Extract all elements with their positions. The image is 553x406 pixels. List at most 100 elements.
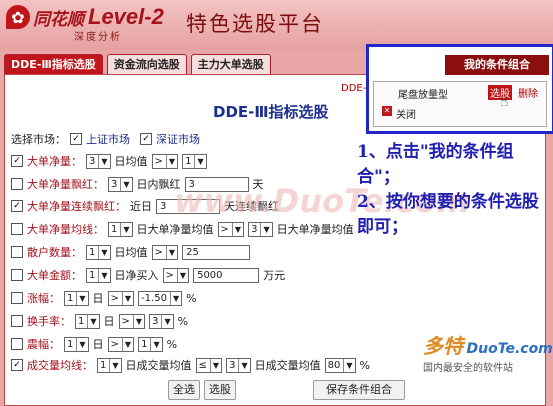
criteria-label: 涨幅：: [27, 292, 60, 305]
value-select[interactable]: 3 ▼: [248, 221, 273, 237]
save-combination-button[interactable]: 保存条件组合: [313, 380, 405, 400]
days-select[interactable]: 3 ▼: [86, 153, 111, 169]
criteria-checkbox[interactable]: ✓: [11, 359, 23, 371]
value-select[interactable]: 3 ▼: [149, 313, 174, 329]
criteria-row: ✓ 大单净量： 3 ▼ 日均值 > ▼ 1 ▼: [11, 153, 207, 169]
criteria-label: 散户数量：: [27, 246, 82, 259]
cursor-hand-icon: ☝: [500, 94, 509, 110]
criteria-unit: 万元: [263, 269, 286, 282]
criteria-checkbox[interactable]: ✓: [11, 155, 23, 167]
days-select[interactable]: 1 ▼: [86, 244, 111, 260]
value-input[interactable]: 25: [182, 244, 251, 260]
operator-select[interactable]: > ▼: [107, 336, 135, 352]
criteria-unit: %: [177, 314, 189, 328]
chevron-down-icon: ▼: [87, 314, 97, 328]
value-select[interactable]: -1.50 ▼: [138, 290, 183, 306]
condition-popup: 我的条件组合 尾盘放量型 选股 删除 ☝ ✕ 关闭: [366, 44, 553, 134]
criteria-checkbox[interactable]: [11, 269, 23, 281]
operator-select[interactable]: ≤ ▼: [195, 357, 223, 373]
logo-name: 同花顺: [33, 9, 84, 30]
app-logo: ✿ 同花顺 Level-2: [6, 4, 164, 30]
days-select[interactable]: 1 ▼: [108, 221, 133, 237]
criteria-row: 震幅： 1 ▼ 日 > ▼ 1 ▼ %: [11, 336, 177, 352]
criteria-text-2: 日大单净量均值: [276, 223, 354, 236]
criteria-row: 涨幅： 1 ▼ 日 > ▼ -1.50 ▼ %: [11, 290, 197, 306]
criteria-checkbox[interactable]: [11, 178, 23, 190]
chevron-down-icon: ▼: [150, 337, 160, 351]
tab-dde[interactable]: DDE-Ⅲ指标选股: [4, 54, 103, 75]
criteria-text: 日均值: [114, 155, 148, 168]
criteria-unit: %: [359, 358, 370, 372]
criteria-label: 大单净量均线：: [27, 223, 104, 236]
select-stock-button[interactable]: 选股: [204, 380, 236, 400]
days-select[interactable]: 1 ▼: [64, 290, 89, 306]
criteria-row: 大单净量均线： 1 ▼ 日大单净量均值 > ▼ 3 ▼ 日大单净量均值: [11, 221, 354, 237]
operator-select[interactable]: > ▼: [151, 244, 179, 260]
corner-label: DDE-: [341, 83, 367, 94]
tab-main-order[interactable]: 主力大单选股: [190, 54, 271, 75]
operator-select[interactable]: > ▼: [162, 267, 190, 283]
chevron-down-icon: ▼: [176, 268, 186, 282]
panel-title: DDE-Ⅲ指标选股: [213, 103, 329, 121]
criteria-checkbox[interactable]: [11, 223, 23, 235]
percent-select[interactable]: 80 ▼: [324, 357, 356, 373]
chevron-down-icon: ▼: [165, 154, 175, 168]
my-conditions-button[interactable]: 我的条件组合: [445, 55, 549, 75]
close-label[interactable]: 关闭: [396, 106, 416, 121]
criteria-checkbox[interactable]: [11, 292, 23, 304]
logo-level: Level-2: [88, 4, 164, 29]
criteria-label: 大单净量连续飘红：: [27, 200, 126, 213]
value-select[interactable]: 3 ▼: [226, 357, 251, 373]
chevron-down-icon: ▼: [132, 314, 142, 328]
days-select[interactable]: 1 ▼: [64, 336, 89, 352]
criteria-text: 日: [92, 292, 104, 305]
criteria-label: 大单净量飘红：: [27, 178, 104, 191]
condition-delete-button[interactable]: 删除: [518, 85, 538, 100]
criteria-checkbox[interactable]: [11, 338, 23, 350]
criteria-text: 日: [103, 315, 115, 328]
criteria-label: 大单净量：: [27, 155, 82, 168]
criteria-checkbox[interactable]: ✓: [11, 200, 23, 212]
chevron-down-icon: ▼: [231, 222, 241, 236]
criteria-text: 近日: [130, 200, 152, 213]
criteria-checkbox[interactable]: [11, 315, 23, 327]
value-select[interactable]: 1 ▼: [138, 336, 163, 352]
criteria-text-2: 日成交量均值: [254, 359, 321, 372]
operator-select[interactable]: > ▼: [151, 153, 179, 169]
chevron-down-icon: ▼: [76, 337, 86, 351]
tab-fund-flow[interactable]: 资金流向选股: [106, 54, 187, 75]
criteria-row: 散户数量： 1 ▼ 日均值 > ▼ 25: [11, 244, 251, 260]
criteria-label: 大单金额：: [27, 269, 82, 282]
chevron-down-icon: ▼: [238, 358, 248, 372]
market-sz-checkbox[interactable]: ✓: [140, 133, 152, 145]
close-icon[interactable]: ✕: [382, 106, 392, 116]
market-sh-label: 上证市场: [86, 133, 130, 146]
value-select[interactable]: 1 ▼: [182, 153, 207, 169]
brand-slogan: 国内最安全的软件站: [423, 363, 513, 374]
tab-bar: DDE-Ⅲ指标选股 资金流向选股 主力大单选股: [4, 54, 271, 75]
select-all-button[interactable]: 全选: [168, 380, 200, 400]
criteria-label: 成交量均线：: [27, 359, 93, 372]
value-input[interactable]: 5000: [193, 267, 260, 283]
instruction-annotation: 1、点击"我的条件组合"； 2、按你想要的条件选股即可；: [357, 140, 547, 240]
days-select[interactable]: 1 ▼: [86, 267, 111, 283]
market-sh-checkbox[interactable]: ✓: [70, 133, 82, 145]
criteria-text: 日成交量均值: [125, 359, 192, 372]
chevron-down-icon: ▼: [194, 154, 204, 168]
operator-select[interactable]: > ▼: [217, 221, 245, 237]
logo-icon: ✿: [6, 5, 30, 29]
chevron-down-icon: ▼: [161, 314, 171, 328]
operator-select[interactable]: > ▼: [118, 313, 146, 329]
chevron-down-icon: ▼: [165, 245, 175, 259]
chevron-down-icon: ▼: [120, 177, 130, 191]
chevron-down-icon: ▼: [343, 358, 353, 372]
days-select[interactable]: 3 ▼: [108, 176, 133, 192]
criteria-text: 日: [92, 338, 104, 351]
criteria-label: 震幅：: [27, 338, 60, 351]
operator-select[interactable]: > ▼: [107, 290, 135, 306]
chevron-down-icon: ▼: [120, 222, 130, 236]
days-select[interactable]: 1 ▼: [75, 313, 100, 329]
instruction-step-1: 1、点击"我的条件组合"；: [357, 142, 514, 187]
criteria-checkbox[interactable]: [11, 246, 23, 258]
days-select[interactable]: 1 ▼: [97, 357, 122, 373]
